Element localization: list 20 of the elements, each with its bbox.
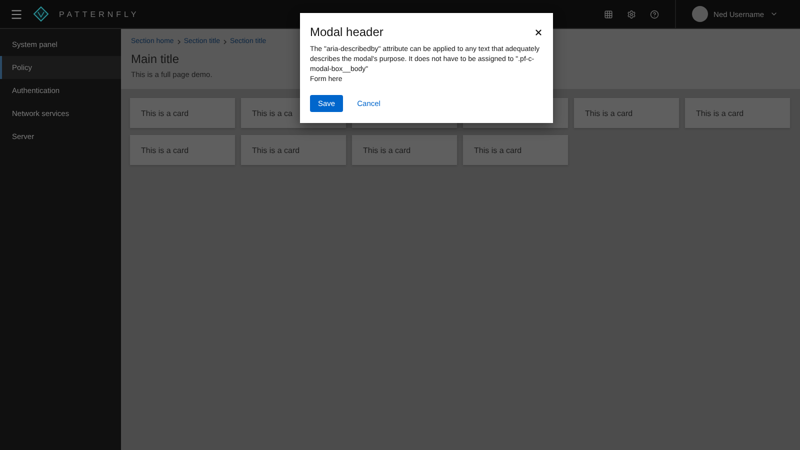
settings-icon[interactable]	[626, 10, 636, 18]
grid-icon[interactable]	[604, 10, 613, 18]
card: This is a card	[685, 98, 790, 128]
avatar[interactable]	[692, 6, 708, 22]
chevron-icon	[223, 38, 227, 44]
chevron-icon	[176, 38, 181, 44]
help-icon[interactable]	[650, 10, 659, 18]
menu-icon[interactable]	[10, 8, 23, 20]
caret-icon[interactable]	[770, 10, 778, 18]
modal-title: Modal header	[310, 25, 384, 39]
close-button[interactable]	[534, 28, 543, 36]
card: This is a card	[352, 135, 457, 165]
card: This is a card	[463, 135, 568, 165]
card: This is a card	[130, 98, 235, 128]
card: This is a card	[574, 98, 679, 128]
brand-name: PATTERNFLY	[59, 10, 140, 18]
logo-icon	[33, 6, 49, 22]
card: This is a card	[241, 135, 346, 165]
page-title: Main title	[131, 52, 180, 66]
card: This is a card	[130, 135, 235, 165]
